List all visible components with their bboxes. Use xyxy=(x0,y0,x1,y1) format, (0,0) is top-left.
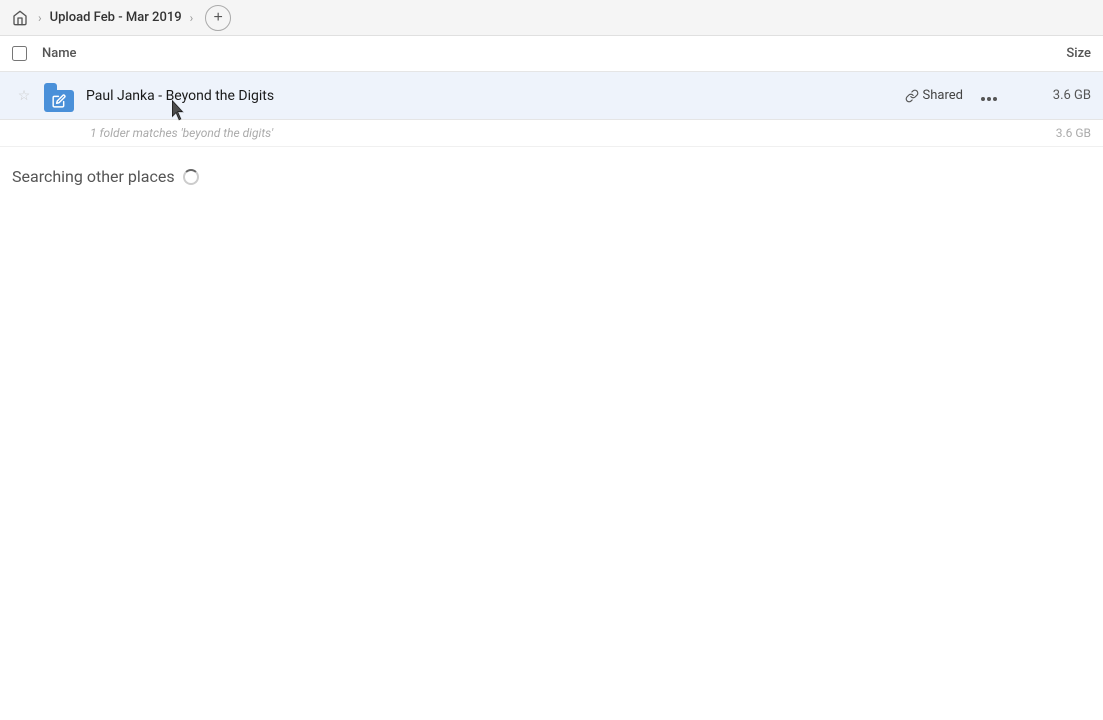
breadcrumb-label: Upload Feb - Mar 2019 xyxy=(50,10,182,25)
ellipsis-icon xyxy=(980,86,998,105)
star-icon[interactable]: ☆ xyxy=(18,88,31,104)
shared-label: Shared xyxy=(923,88,963,103)
match-note-row: 1 folder matches 'beyond the digits' 3.6… xyxy=(0,120,1103,147)
column-header-row: Name Size xyxy=(0,36,1103,72)
breadcrumb-chevron: › xyxy=(38,11,42,25)
loading-spinner xyxy=(183,169,199,185)
shared-badge: Shared xyxy=(905,88,963,103)
folder-icon-col xyxy=(42,80,78,112)
home-button[interactable] xyxy=(10,8,30,28)
searching-section: Searching other places xyxy=(0,147,1103,186)
breadcrumb-bar: › Upload Feb - Mar 2019 › + xyxy=(0,0,1103,36)
match-note-size: 3.6 GB xyxy=(1011,126,1091,140)
file-name: Paul Janka - Beyond the Digits xyxy=(86,88,905,104)
add-button[interactable]: + xyxy=(205,5,231,31)
breadcrumb-end-chevron: › xyxy=(190,11,194,25)
file-row[interactable]: ☆ Paul Janka - Beyond the Digits Shared … xyxy=(0,72,1103,120)
searching-text: Searching other places xyxy=(12,167,175,186)
size-column-header: Size xyxy=(991,46,1091,61)
link-icon xyxy=(905,89,919,103)
select-all-checkbox[interactable] xyxy=(12,46,27,61)
header-checkbox-col xyxy=(12,46,42,61)
folder-icon xyxy=(44,80,76,112)
file-size: 3.6 GB xyxy=(1011,88,1091,103)
searching-label: Searching other places xyxy=(12,167,1091,186)
match-note-text: 1 folder matches 'beyond the digits' xyxy=(90,126,1011,140)
name-column-header: Name xyxy=(42,46,991,61)
star-col: ☆ xyxy=(12,88,36,104)
more-options-button[interactable] xyxy=(975,82,1003,110)
